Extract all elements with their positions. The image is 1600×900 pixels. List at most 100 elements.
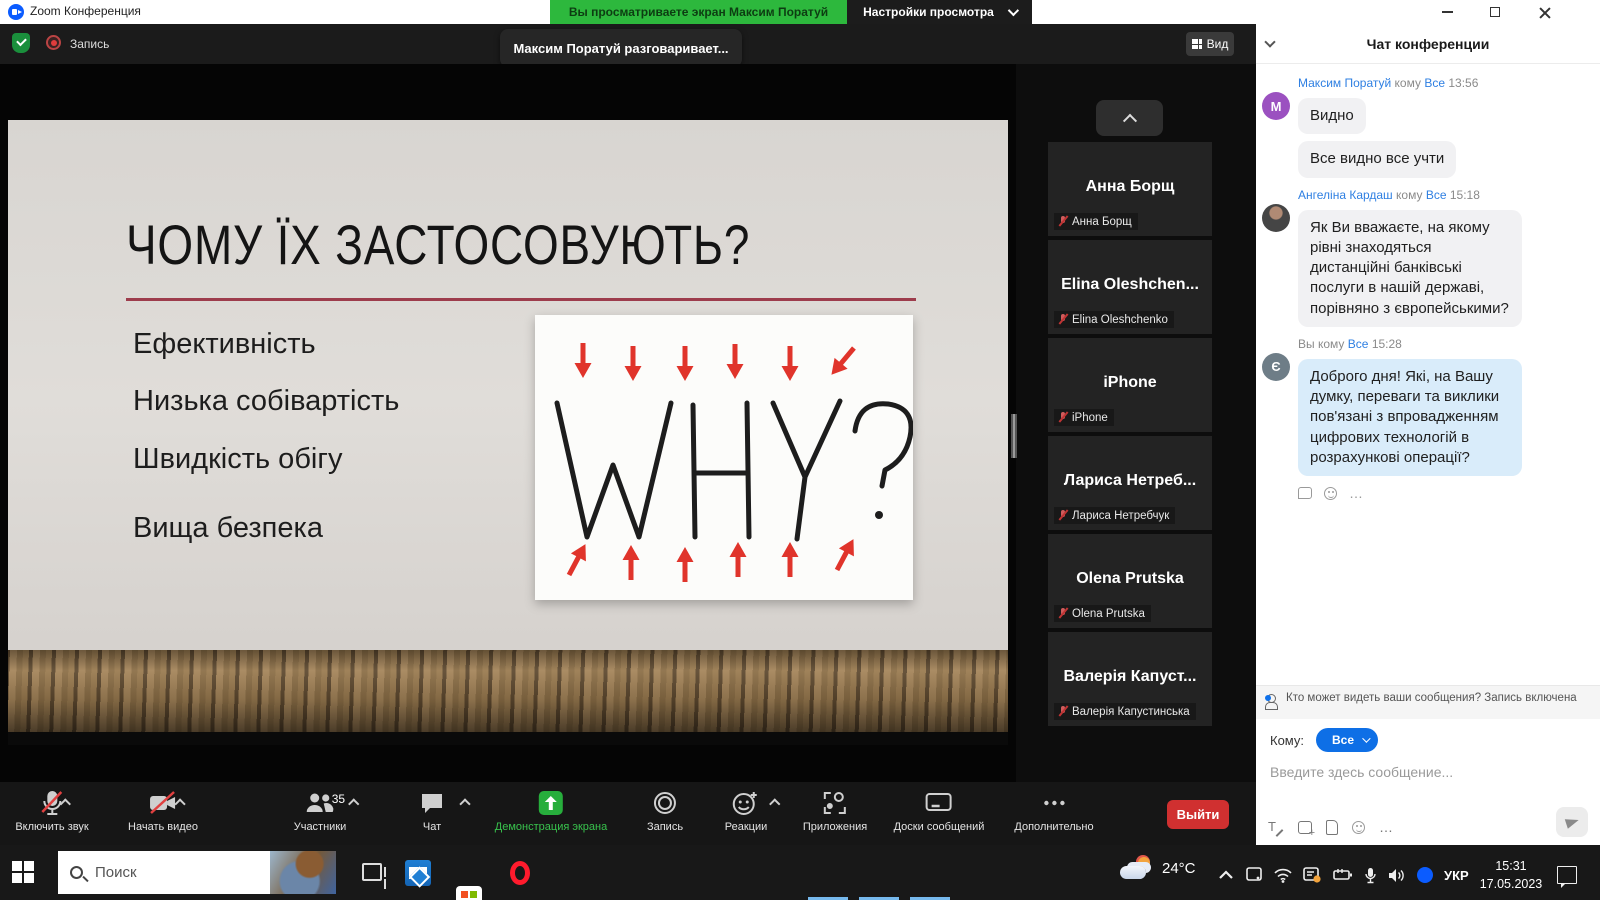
- collapse-videos-button[interactable]: [1096, 100, 1163, 136]
- chat-bubble[interactable]: Все видно все учти: [1298, 141, 1456, 177]
- recording-icon[interactable]: [46, 35, 61, 50]
- panel-resize-handle[interactable]: [1011, 414, 1017, 458]
- slide-bullet-list: Ефективність Низька собівартість Швидкіс…: [133, 328, 399, 545]
- battery-icon[interactable]: [1333, 868, 1353, 882]
- view-settings-button[interactable]: Настройки просмотра: [847, 0, 1032, 24]
- avatar: Є: [1262, 353, 1290, 381]
- wifi-icon[interactable]: [1274, 868, 1292, 883]
- hidden-icons-chevron[interactable]: [1218, 868, 1234, 882]
- chat-panel: Чат конференции M Максим Поратуй кому Вс…: [1256, 24, 1600, 845]
- participant-tile[interactable]: Валерія Капуст... Валерія Капустинська: [1048, 632, 1212, 726]
- chevron-up-icon[interactable]: [769, 798, 780, 809]
- maximize-button[interactable]: [1478, 0, 1512, 24]
- slide-title: ЧОМУ ЇХ ЗАСТОСОВУЮТЬ?: [126, 212, 750, 277]
- participant-tile[interactable]: Лариса Нетреб... Лариса Нетребчук: [1048, 436, 1212, 530]
- muted-mic-icon: [1058, 411, 1068, 424]
- participant-label: Анна Борщ: [1054, 213, 1138, 230]
- message-header: Ангеліна Кардаш кому Все 15:18: [1298, 188, 1522, 202]
- chat-bubble[interactable]: Як Ви вважаєте, на якому рівні знаходять…: [1298, 210, 1522, 327]
- share-screen-button[interactable]: Демонстрация экрана: [495, 790, 607, 833]
- composer-more-icon[interactable]: …: [1379, 819, 1394, 835]
- view-settings-label: Настройки просмотра: [863, 5, 994, 19]
- record-button[interactable]: Запись: [647, 790, 683, 833]
- time: 15:31: [1480, 857, 1543, 875]
- recording-label: Запись: [70, 37, 109, 51]
- participant-name: Olena Prutska: [1048, 570, 1212, 588]
- start-video-button[interactable]: Начать видео: [128, 790, 198, 833]
- format-icon[interactable]: [1268, 819, 1284, 835]
- more-actions-icon[interactable]: …: [1349, 485, 1363, 501]
- microsoft-store-icon[interactable]: [456, 886, 482, 900]
- participant-tile[interactable]: Анна Борщ Анна Борщ: [1048, 142, 1212, 236]
- slide-bullet: Вища безпека: [133, 512, 399, 545]
- message-header: Вы кому Все 15:28: [1298, 337, 1522, 351]
- taskbar-search[interactable]: Поиск: [58, 851, 336, 894]
- muted-mic-icon: [1058, 705, 1068, 718]
- participant-label: Elina Oleshchenko: [1054, 311, 1174, 328]
- meeting-toolbar: Включить звук Начать видео Участники 35 …: [0, 782, 1256, 845]
- attach-file-icon[interactable]: [1326, 820, 1338, 835]
- emoji-icon[interactable]: [1352, 821, 1365, 834]
- temperature: 24°C: [1162, 860, 1196, 877]
- search-icon: [70, 866, 83, 879]
- slide-base-shadow: [8, 732, 1008, 745]
- unmute-button[interactable]: Включить звук: [15, 790, 88, 833]
- participant-label: Валерія Капустинська: [1054, 703, 1196, 720]
- chat-bubble[interactable]: Видно: [1298, 98, 1366, 134]
- mail-app-icon[interactable]: [405, 860, 431, 886]
- apps-button[interactable]: Приложения: [803, 790, 867, 833]
- whiteboards-button[interactable]: Доски сообщений: [894, 790, 985, 833]
- reply-icon[interactable]: [1298, 487, 1312, 499]
- microphone-tray-icon[interactable]: [1364, 867, 1377, 884]
- chevron-up-icon[interactable]: [459, 798, 470, 809]
- participant-label: Лариса Нетребчук: [1054, 507, 1175, 524]
- opera-icon[interactable]: [507, 860, 533, 886]
- zoom-tray-icon[interactable]: [1417, 867, 1433, 883]
- speaker-toast: Максим Поратуй разговаривает...: [500, 29, 742, 67]
- leave-button[interactable]: Выйти: [1167, 800, 1229, 829]
- chat-footer: Кто может видеть ваши сообщения? Запись …: [1256, 685, 1600, 845]
- participant-tile[interactable]: Elina Oleshchen... Elina Oleshchenko: [1048, 240, 1212, 334]
- chat-message-group: Є Вы кому Все 15:28 Доброго дня! Які, на…: [1262, 337, 1586, 501]
- chat-message-group: Ангеліна Кардаш кому Все 15:18 Як Ви вва…: [1262, 188, 1586, 327]
- task-view-button[interactable]: [362, 863, 382, 881]
- display-tray-icon[interactable]: [1245, 867, 1263, 883]
- participant-tile[interactable]: Olena Prutska Olena Prutska: [1048, 534, 1212, 628]
- speaker-icon[interactable]: [1388, 868, 1406, 883]
- chat-button[interactable]: Чат: [419, 790, 445, 833]
- notification-tray-icon[interactable]: [1303, 867, 1322, 883]
- system-tray: УКР 15:31 17.05.2023: [1218, 857, 1577, 893]
- meeting-area: Запись Вид Максим Поратуй разговаривает.…: [0, 24, 1256, 845]
- slide-wood-floor: [8, 650, 1008, 732]
- view-button[interactable]: Вид: [1186, 32, 1234, 56]
- start-button[interactable]: [12, 861, 34, 883]
- message-input[interactable]: Введите здесь сообщение...: [1256, 756, 1600, 788]
- close-button[interactable]: [1528, 0, 1562, 24]
- chevron-down-icon: [1362, 734, 1370, 742]
- security-shield-icon[interactable]: [12, 33, 30, 53]
- chevron-up-icon: [1122, 114, 1136, 128]
- send-to-select[interactable]: Все: [1316, 728, 1378, 752]
- participants-button[interactable]: Участники 35: [294, 790, 347, 833]
- language-indicator[interactable]: УКР: [1444, 868, 1469, 883]
- send-button[interactable]: [1556, 807, 1588, 837]
- window-title: Zoom Конференция: [30, 4, 141, 18]
- add-reaction-icon[interactable]: [1324, 487, 1337, 500]
- slide-bullet: Ефективність: [133, 328, 399, 361]
- more-button[interactable]: Дополнительно: [1014, 790, 1093, 833]
- chevron-up-icon[interactable]: [348, 798, 359, 809]
- recording-notice: Кто может видеть ваши сообщения? Запись …: [1256, 685, 1600, 719]
- chat-bubble[interactable]: Доброго дня! Які, на Вашу думку, переваг…: [1298, 359, 1522, 476]
- windows-taskbar: Поиск W 2 24°C: [0, 845, 1600, 900]
- chat-messages[interactable]: M Максим Поратуй кому Все 13:56 Видно Вс…: [1256, 68, 1600, 685]
- slide-bullet: Швидкість обігу: [133, 443, 399, 476]
- weather-widget[interactable]: 24°C: [1120, 857, 1196, 879]
- participant-tile[interactable]: iPhone iPhone: [1048, 338, 1212, 432]
- reactions-button[interactable]: Реакции: [725, 790, 768, 833]
- action-center-icon[interactable]: [1557, 866, 1577, 884]
- zoom-logo-icon: [8, 4, 24, 20]
- minimize-button[interactable]: [1430, 0, 1464, 24]
- screenshot-icon[interactable]: [1298, 821, 1312, 834]
- participant-name: Валерія Капуст...: [1048, 668, 1212, 686]
- clock[interactable]: 15:31 17.05.2023: [1480, 857, 1543, 893]
